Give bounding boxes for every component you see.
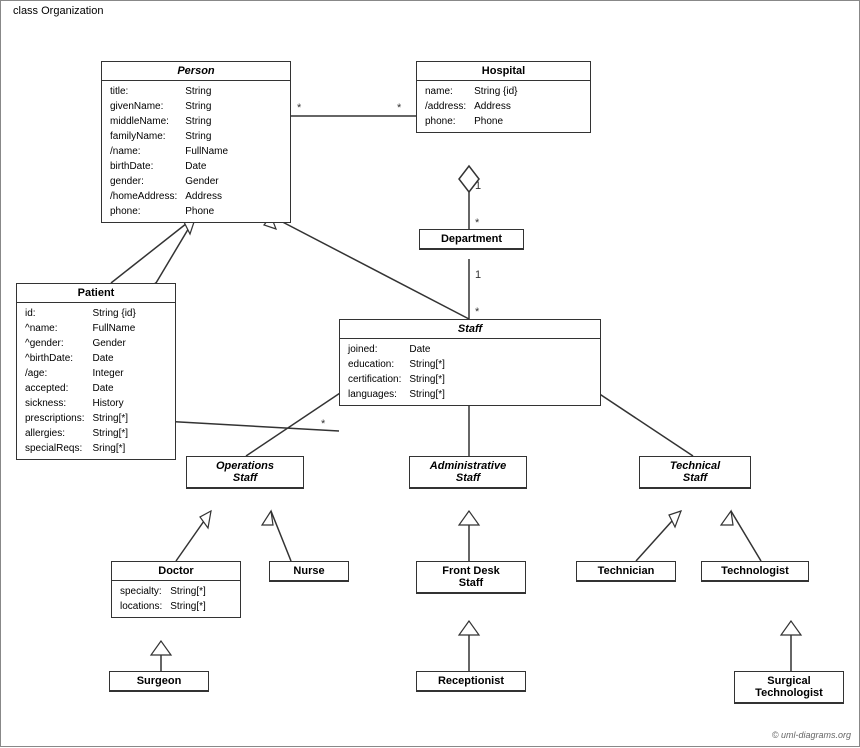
class-receptionist: Receptionist [416,671,526,692]
class-technical-staff: TechnicalStaff [639,456,751,489]
class-staff-body: joined:Date education:String[*] certific… [340,339,600,405]
class-surgical-technologist: SurgicalTechnologist [734,671,844,704]
class-hospital-header: Hospital [417,62,590,81]
class-technical-staff-header: TechnicalStaff [640,457,750,488]
class-person-body: title:String givenName:String middleName… [102,81,290,222]
svg-text:*: * [397,102,402,114]
class-department-header: Department [420,230,523,249]
class-patient: Patient id:String {id} ^name:FullName ^g… [16,283,176,460]
svg-text:*: * [321,418,326,430]
class-staff: Staff joined:Date education:String[*] ce… [339,319,601,406]
class-front-desk-staff: Front DeskStaff [416,561,526,594]
class-department: Department [419,229,524,250]
class-patient-header: Patient [17,284,175,303]
svg-text:1: 1 [475,180,481,192]
class-hospital: Hospital name:String {id} /address:Addre… [416,61,591,133]
diagram-title: class Organization [9,5,108,17]
class-receptionist-header: Receptionist [417,672,525,691]
class-technician-header: Technician [577,562,675,581]
class-surgical-technologist-header: SurgicalTechnologist [735,672,843,703]
svg-text:*: * [475,306,480,318]
class-patient-body: id:String {id} ^name:FullName ^gender:Ge… [17,303,175,459]
svg-text:*: * [297,102,302,114]
class-doctor: Doctor specialty:String[*] locations:Str… [111,561,241,618]
copyright-text: © uml-diagrams.org [772,730,851,740]
class-hospital-body: name:String {id} /address:Address phone:… [417,81,590,132]
class-surgeon: Surgeon [109,671,209,692]
class-person-header: Person [102,62,290,81]
class-doctor-body: specialty:String[*] locations:String[*] [112,581,240,617]
svg-text:*: * [475,217,480,229]
class-surgeon-header: Surgeon [110,672,208,691]
class-person: Person title:String givenName:String mid… [101,61,291,223]
class-front-desk-staff-header: Front DeskStaff [417,562,525,593]
class-technician: Technician [576,561,676,582]
diagram-container: class Organization * * 1 * [0,0,860,747]
class-administrative-staff: AdministrativeStaff [409,456,527,489]
class-nurse-header: Nurse [270,562,348,581]
svg-text:1: 1 [475,269,481,281]
class-operations-staff-header: OperationsStaff [187,457,303,488]
class-doctor-header: Doctor [112,562,240,581]
class-staff-header: Staff [340,320,600,339]
class-administrative-staff-header: AdministrativeStaff [410,457,526,488]
class-operations-staff: OperationsStaff [186,456,304,489]
class-technologist: Technologist [701,561,809,582]
class-technologist-header: Technologist [702,562,808,581]
class-nurse: Nurse [269,561,349,582]
